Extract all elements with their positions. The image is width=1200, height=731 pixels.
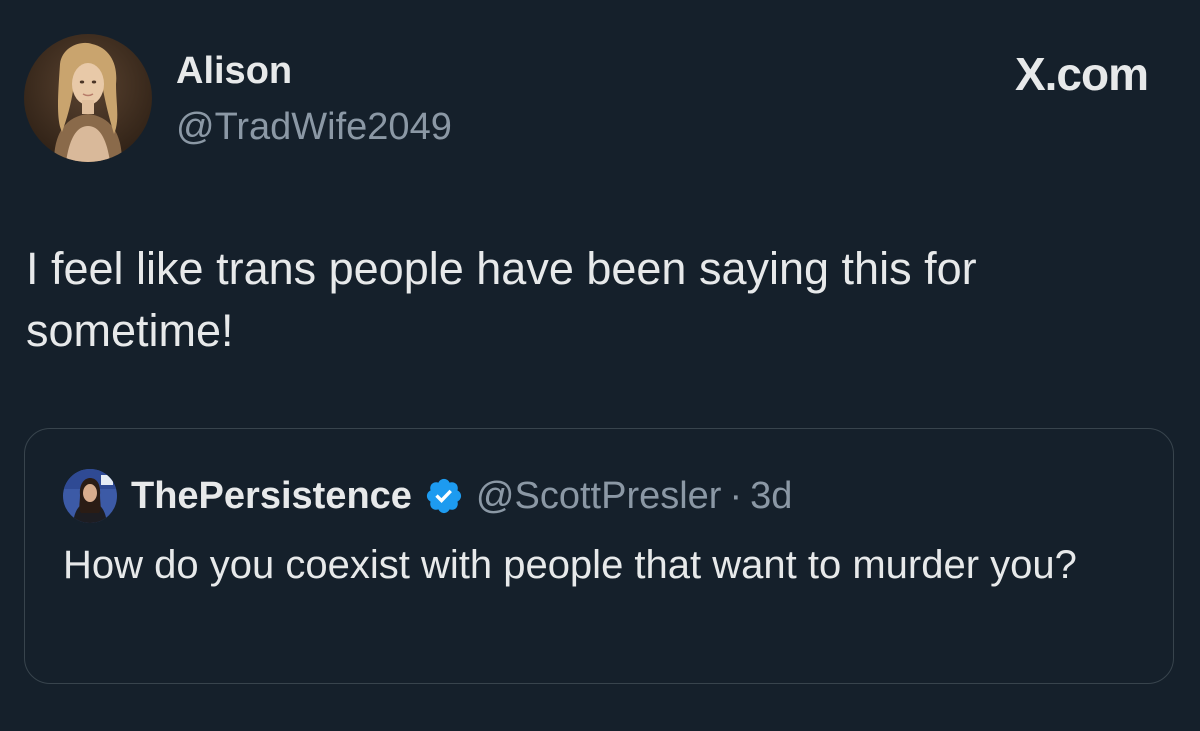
tweet: Alison @TradWife2049 X.com I feel like t…: [0, 0, 1200, 731]
quoted-tweet-card[interactable]: ThePersistence @ScottPresler · 3d How do…: [24, 428, 1174, 684]
quoted-tweet-header: ThePersistence @ScottPresler · 3d: [131, 471, 792, 521]
separator-dot: ·: [729, 474, 743, 517]
quoted-tweet-text: How do you coexist with people that want…: [63, 543, 1077, 587]
verified-badge-icon: [424, 476, 464, 516]
quoted-author-avatar-image: [63, 469, 117, 523]
author-name[interactable]: Alison: [176, 48, 292, 94]
quoted-author-avatar[interactable]: [63, 469, 117, 523]
quoted-author-name[interactable]: ThePersistence: [131, 475, 412, 518]
author-avatar[interactable]: [24, 34, 152, 162]
tweet-text: I feel like trans people have been sayin…: [26, 243, 977, 356]
quoted-author-handle[interactable]: @ScottPresler: [476, 475, 722, 518]
author-avatar-image: [24, 34, 152, 162]
author-handle[interactable]: @TradWife2049: [176, 104, 452, 150]
x-com-watermark: X.com: [1014, 48, 1149, 100]
quoted-tweet-timestamp[interactable]: 3d: [750, 475, 792, 518]
